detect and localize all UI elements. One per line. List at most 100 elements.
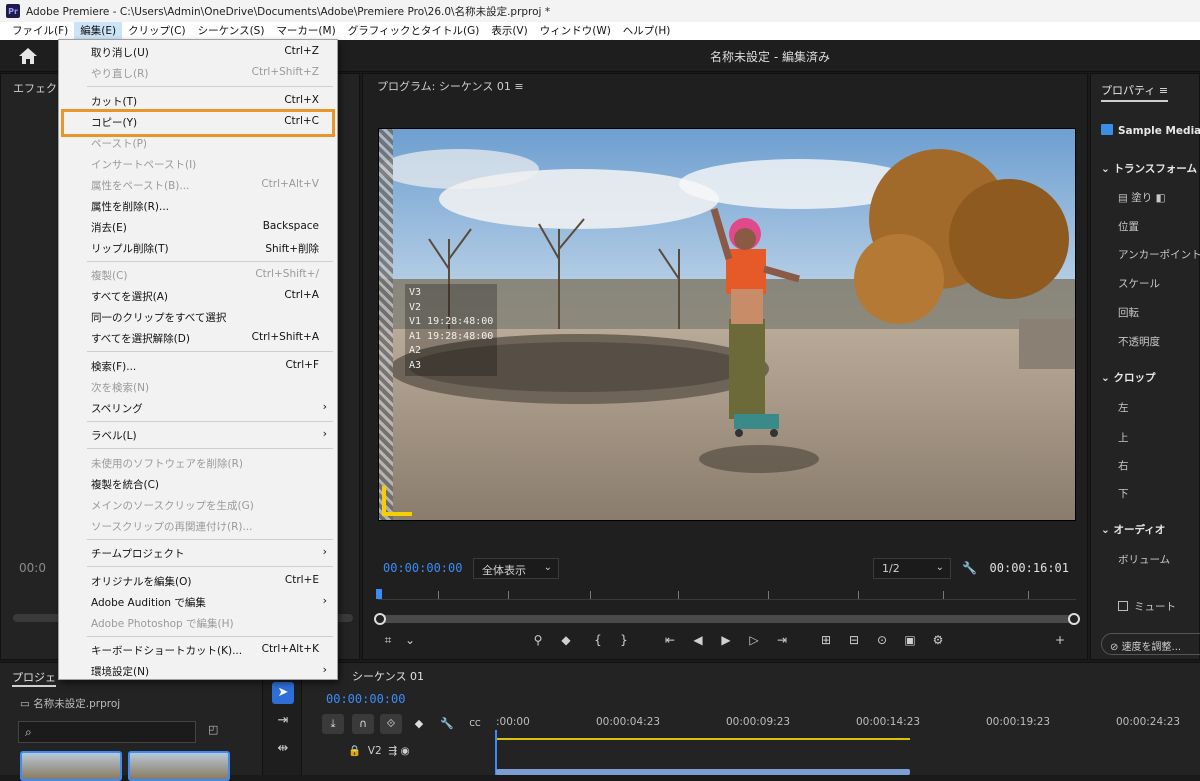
menu-item-generate-source-clip[interactable]: メインのソースクリップを生成(G): [59, 495, 337, 515]
menu-item-select-matching[interactable]: 同一のクリップをすべて選択: [59, 307, 337, 327]
play-icon[interactable]: ▶: [717, 633, 735, 647]
menu-item-label: メインのソースクリップを生成(G): [91, 500, 254, 512]
menu-item-paste-attributes[interactable]: 属性をペースト(B)... Ctrl+Alt+V: [59, 175, 337, 195]
sync-lock-icon[interactable]: ⇶: [388, 745, 397, 757]
track-select-tool-icon[interactable]: ⇥: [272, 710, 294, 732]
eye-icon[interactable]: ◉: [400, 745, 409, 757]
section-transform[interactable]: ⌄ トランスフォーム: [1101, 161, 1200, 176]
camera-icon[interactable]: ⊙: [873, 633, 891, 647]
menu-item-deselect-all[interactable]: すべてを選択解除(D) Ctrl+Shift+A: [59, 328, 337, 348]
menu-file[interactable]: ファイル(F): [6, 22, 74, 40]
menu-window[interactable]: ウィンドウ(W): [534, 22, 617, 40]
menu-item-label: ソースクリップの再関連付け(R)...: [91, 521, 253, 533]
fit-dropdown[interactable]: 全体表示 ⌄: [473, 558, 559, 579]
menu-item-keyboard-shortcuts[interactable]: キーボードショートカット(K)... Ctrl+Alt+K: [59, 640, 337, 660]
chevron-down-icon[interactable]: ⌄: [401, 633, 419, 647]
linked-selection-icon[interactable]: ⟐: [380, 714, 402, 734]
tab-project[interactable]: プロジェ: [12, 669, 56, 687]
menu-item-undo[interactable]: 取り消し(U) Ctrl+Z: [59, 42, 337, 62]
media-thumbnail[interactable]: [20, 751, 122, 781]
menu-item-remove-unused[interactable]: 未使用のソフトウェアを削除(R): [59, 453, 337, 473]
add-marker-icon[interactable]: ◆: [557, 633, 575, 647]
section-crop[interactable]: ⌄ クロップ: [1101, 370, 1200, 385]
menu-item-shortcut: Ctrl+E: [284, 574, 319, 586]
snap-icon[interactable]: ∩: [352, 714, 374, 734]
timeline-timecode[interactable]: 00:00:00:00: [326, 692, 405, 706]
go-to-out-icon[interactable]: ⇥: [773, 633, 791, 647]
timeline-ruler[interactable]: :00:00 00:00:04:23 00:00:09:23 00:00:14:…: [496, 716, 1200, 736]
menu-clip[interactable]: クリップ(C): [122, 22, 192, 40]
menu-item-team-project[interactable]: チームプロジェクト ›: [59, 543, 337, 563]
add-marker-icon[interactable]: ◆: [408, 714, 430, 734]
menu-item-clear[interactable]: 消去(E) Backspace: [59, 217, 337, 237]
menu-item-label: 属性を削除(R)...: [91, 201, 170, 213]
section-audio[interactable]: ⌄ オーディオ: [1101, 522, 1200, 537]
menu-item-reassociate-source[interactable]: ソースクリップの再関連付け(R)...: [59, 516, 337, 536]
zoom-scrollbar[interactable]: [374, 613, 1080, 625]
menu-item-spelling[interactable]: スペリング ›: [59, 398, 337, 418]
monitor-ruler[interactable]: [378, 586, 1076, 600]
add-button-icon[interactable]: +: [1051, 633, 1069, 647]
step-forward-icon[interactable]: ▷: [745, 633, 763, 647]
menu-item-find-next[interactable]: 次を検索(N): [59, 377, 337, 397]
menu-item-duplicate[interactable]: 複製(C) Ctrl+Shift+/: [59, 265, 337, 285]
adjust-speed-button[interactable]: ⊘ 速度を調整...: [1101, 633, 1200, 655]
video-preview[interactable]: V3 V2 V1 19:28:48:00 A1 19:28:48:00 A2 A…: [378, 128, 1076, 521]
menu-item-paste-insert[interactable]: インサートペースト(I): [59, 154, 337, 174]
tab-sequence[interactable]: シーケンス 01: [352, 668, 424, 684]
program-monitor-tab[interactable]: プログラム: シーケンス 01 ≡: [377, 78, 524, 94]
wrench-icon[interactable]: 🔧: [436, 714, 458, 734]
mark-in-icon[interactable]: {: [589, 633, 607, 647]
safe-margins-icon[interactable]: ⌗: [379, 633, 397, 648]
menu-item-cut[interactable]: カット(T) Ctrl+X: [59, 91, 337, 111]
menu-item-edit-in-photoshop[interactable]: Adobe Photoshop で編集(H): [59, 613, 337, 633]
ripple-edit-tool-icon[interactable]: ⇹: [272, 738, 294, 760]
selection-tool-icon[interactable]: ➤: [272, 682, 294, 704]
media-thumbnail[interactable]: [128, 751, 230, 781]
menu-sequence[interactable]: シーケンス(S): [192, 22, 271, 40]
menu-item-preferences[interactable]: 環境設定(N) ›: [59, 661, 337, 681]
menu-item-edit-original[interactable]: オリジナルを編集(O) Ctrl+E: [59, 571, 337, 591]
video-clip[interactable]: [496, 769, 910, 775]
scroll-handle-left[interactable]: [374, 613, 386, 625]
menu-view[interactable]: 表示(V): [485, 22, 533, 40]
new-bin-icon[interactable]: ◰: [208, 723, 218, 736]
tab-properties[interactable]: プロパティ ≡: [1101, 82, 1169, 102]
work-area-bar[interactable]: [496, 738, 910, 740]
menu-item-remove-attributes[interactable]: 属性を削除(R)...: [59, 196, 337, 216]
menu-graphics[interactable]: グラフィックとタイトル(G): [342, 22, 486, 40]
menu-item-find[interactable]: 検索(F)... Ctrl+F: [59, 356, 337, 376]
monitor-controls: 00:00:00:00 全体表示 ⌄ 1/2 ⌄ 🔧 00:00:16:01: [363, 556, 1089, 582]
menu-help[interactable]: ヘルプ(H): [617, 22, 677, 40]
panel-menu-icon[interactable]: ≡: [514, 80, 523, 93]
playhead-timecode[interactable]: 00:00:00:00: [383, 561, 462, 575]
panel-menu-icon[interactable]: ≡: [1159, 84, 1168, 97]
comparison-icon[interactable]: ▣: [901, 633, 919, 647]
wrench-icon[interactable]: 🔧: [962, 561, 977, 575]
mute-checkbox[interactable]: ミュート: [1118, 599, 1200, 614]
fill-control[interactable]: ▤ 塗り ◧: [1118, 190, 1200, 205]
markers-icon[interactable]: ⚲: [529, 633, 547, 647]
resolution-dropdown[interactable]: 1/2 ⌄: [873, 558, 951, 579]
step-back-icon[interactable]: ◀: [689, 633, 707, 647]
lock-icon[interactable]: 🔒: [348, 745, 361, 757]
menu-edit[interactable]: 編集(E): [74, 22, 123, 40]
menu-separator: [87, 448, 333, 449]
project-search-input[interactable]: ⌕: [18, 721, 196, 743]
settings-icon[interactable]: ⚙: [929, 633, 947, 647]
menu-item-ripple-delete[interactable]: リップル削除(T) Shift+削除: [59, 238, 337, 258]
menu-item-edit-in-audition[interactable]: Adobe Audition で編集 ›: [59, 592, 337, 612]
scroll-handle-right[interactable]: [1068, 613, 1080, 625]
menu-item-select-all[interactable]: すべてを選択(A) Ctrl+A: [59, 286, 337, 306]
go-to-in-icon[interactable]: ⇤: [661, 633, 679, 647]
extract-icon[interactable]: ⊟: [845, 633, 863, 647]
menu-marker[interactable]: マーカー(M): [270, 22, 341, 40]
captions-icon[interactable]: CC: [464, 714, 486, 734]
menu-item-consolidate-duplicates[interactable]: 複製を統合(C): [59, 474, 337, 494]
mark-out-icon[interactable]: }: [615, 633, 633, 647]
menu-item-label-submenu[interactable]: ラベル(L) ›: [59, 425, 337, 445]
insert-sequence-icon[interactable]: ⤓: [322, 714, 344, 734]
lift-icon[interactable]: ⊞: [817, 633, 835, 647]
media-label: Sample Media: [1118, 125, 1200, 137]
menu-item-redo[interactable]: やり直し(R) Ctrl+Shift+Z: [59, 63, 337, 83]
